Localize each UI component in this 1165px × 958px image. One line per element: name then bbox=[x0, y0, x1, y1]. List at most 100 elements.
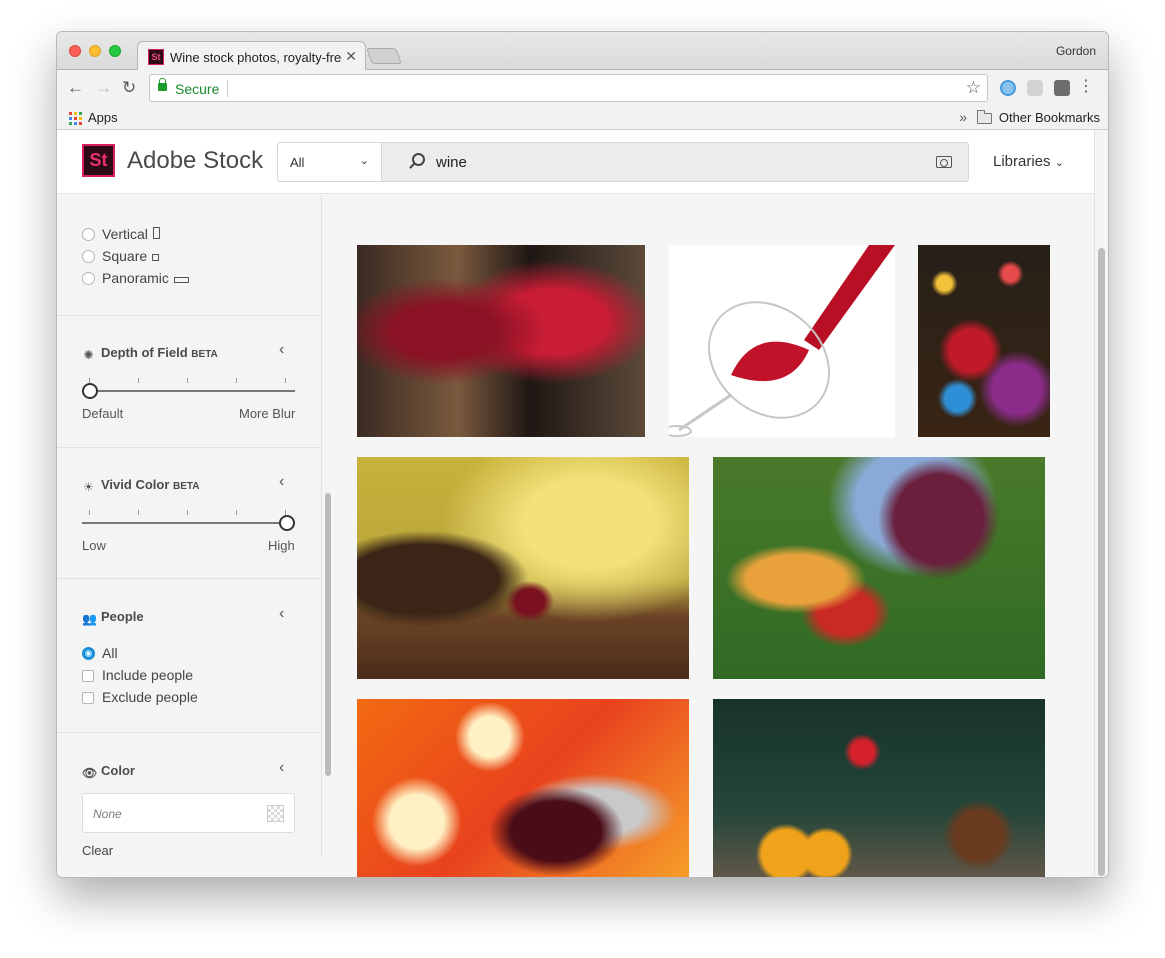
depth-of-field-slider-handle[interactable] bbox=[82, 383, 98, 399]
browser-tab[interactable]: St Wine stock photos, royalty-free ✕ bbox=[137, 41, 366, 71]
result-image-wine-pouring[interactable] bbox=[669, 245, 895, 437]
vivid-color-slider[interactable] bbox=[82, 522, 295, 524]
transparency-checker-icon[interactable] bbox=[267, 805, 284, 822]
search-icon bbox=[412, 153, 425, 166]
vivid-color-title[interactable]: ☀ Vivid Color BETA bbox=[82, 477, 200, 494]
checkbox[interactable] bbox=[82, 692, 94, 704]
option-label: Exclude people bbox=[102, 689, 198, 705]
option-label: Panoramic bbox=[102, 270, 169, 286]
extension-glasses-icon[interactable] bbox=[1027, 80, 1043, 96]
search-scope-select[interactable]: All ⌄ bbox=[278, 143, 382, 181]
beta-badge: BETA bbox=[173, 481, 200, 492]
result-image-wine-toast-bokeh[interactable] bbox=[357, 699, 689, 877]
eye-icon: 👁 bbox=[82, 766, 98, 780]
apps-bookmark[interactable]: Apps bbox=[88, 110, 118, 125]
adobe-stock-logo-icon[interactable]: St bbox=[82, 144, 115, 177]
slider-tick bbox=[187, 510, 188, 515]
orientation-square-option[interactable]: Square bbox=[82, 248, 160, 264]
close-window-button[interactable] bbox=[69, 45, 81, 57]
clear-color-link[interactable]: Clear bbox=[82, 843, 113, 857]
orientation-panoramic-option[interactable]: Panoramic bbox=[82, 270, 189, 286]
slider-tick bbox=[138, 378, 139, 383]
menu-kebab-icon[interactable]: ⋮ bbox=[1078, 79, 1094, 95]
depth-of-field-label: Depth of Field bbox=[101, 345, 188, 360]
back-arrow-icon[interactable]: ← bbox=[67, 78, 84, 98]
vivid-color-slider-handle[interactable] bbox=[279, 515, 295, 531]
slider-min-label: Low bbox=[82, 538, 106, 553]
libraries-menu[interactable]: Libraries ⌄ bbox=[993, 153, 1064, 170]
omnibox-divider bbox=[227, 80, 228, 97]
search-input[interactable] bbox=[436, 151, 916, 173]
orientation-vertical-option[interactable]: Vertical bbox=[82, 226, 160, 242]
section-divider bbox=[57, 315, 321, 316]
address-bar[interactable]: Secure ☆ bbox=[149, 74, 988, 102]
tab-close-icon[interactable]: ✕ bbox=[345, 48, 357, 65]
chevron-left-icon[interactable]: ‹ bbox=[279, 759, 284, 777]
radio-button[interactable] bbox=[82, 272, 95, 285]
color-picker-field[interactable]: None bbox=[82, 793, 295, 833]
chevron-left-icon[interactable]: ‹ bbox=[279, 605, 284, 623]
depth-of-field-title[interactable]: ✺ Depth of Field BETA bbox=[82, 345, 218, 362]
result-image-christmas-wine[interactable] bbox=[918, 245, 1050, 437]
page-scrollbar[interactable] bbox=[1094, 130, 1108, 877]
other-bookmarks[interactable]: Other Bookmarks bbox=[999, 110, 1100, 125]
adobe-stock-favicon-icon: St bbox=[148, 49, 164, 65]
people-exclude-option[interactable]: Exclude people bbox=[82, 689, 198, 705]
result-image-red-wine-glasses[interactable] bbox=[357, 245, 645, 437]
chevron-down-icon: ⌄ bbox=[359, 155, 369, 167]
radio-button-selected[interactable] bbox=[82, 647, 95, 660]
folder-icon bbox=[977, 110, 992, 124]
people-title[interactable]: 👥 People bbox=[82, 609, 144, 626]
beta-badge: BETA bbox=[191, 349, 218, 360]
forward-arrow-icon[interactable]: → bbox=[95, 78, 112, 98]
option-label: Square bbox=[102, 248, 148, 264]
sidebar-scrollbar[interactable] bbox=[325, 493, 331, 776]
slider-tick bbox=[187, 378, 188, 383]
site-logo-text[interactable]: Adobe Stock bbox=[127, 147, 263, 175]
search-scope-value: All bbox=[290, 155, 305, 170]
apps-grid-icon[interactable] bbox=[69, 112, 82, 125]
result-image-barrel-and-wine[interactable] bbox=[357, 457, 689, 679]
page-scrollbar-thumb[interactable] bbox=[1098, 248, 1105, 876]
depth-of-field-slider[interactable] bbox=[82, 390, 295, 392]
slider-tick bbox=[89, 510, 90, 515]
radio-button[interactable] bbox=[82, 228, 95, 241]
libraries-label: Libraries bbox=[993, 153, 1051, 170]
new-tab-button[interactable] bbox=[366, 48, 402, 64]
browser-toolbar: ← → ↻ Secure ☆ ⋮ bbox=[57, 70, 1108, 106]
site-header: St Adobe Stock All ⌄ Libraries ⌄ bbox=[57, 130, 1096, 194]
vivid-color-label: Vivid Color bbox=[101, 477, 170, 492]
result-image-christmas-table[interactable] bbox=[713, 699, 1045, 877]
section-divider bbox=[57, 578, 321, 579]
more-bookmarks-chevron[interactable]: » bbox=[959, 109, 967, 125]
extension-pocket-icon[interactable] bbox=[1054, 80, 1070, 96]
checkbox[interactable] bbox=[82, 670, 94, 682]
slider-tick bbox=[236, 510, 237, 515]
color-label: Color bbox=[101, 763, 135, 778]
option-label: All bbox=[102, 645, 118, 661]
reload-icon[interactable]: ↻ bbox=[122, 78, 136, 98]
camera-search-icon[interactable] bbox=[936, 156, 952, 168]
chevron-down-icon: ⌄ bbox=[1054, 157, 1064, 169]
panoramic-shape-icon bbox=[173, 277, 189, 283]
slider-min-label: Default bbox=[82, 406, 124, 421]
profile-name[interactable]: Gordon bbox=[1056, 44, 1096, 58]
chevron-left-icon[interactable]: ‹ bbox=[279, 341, 284, 359]
people-icon: 👥 bbox=[82, 612, 97, 626]
extension-globe-icon[interactable] bbox=[1000, 80, 1016, 96]
option-label: Include people bbox=[102, 667, 194, 683]
slider-max-label: More Blur bbox=[239, 406, 296, 421]
people-all-option[interactable]: All bbox=[82, 645, 118, 661]
radio-button[interactable] bbox=[82, 250, 95, 263]
square-shape-icon bbox=[152, 254, 160, 261]
bookmark-star-icon[interactable]: ☆ bbox=[966, 78, 981, 98]
color-section-title[interactable]: 👁 Color bbox=[82, 763, 135, 780]
minimize-window-button[interactable] bbox=[89, 45, 101, 57]
wine-pour-drawing bbox=[669, 245, 895, 437]
people-include-option[interactable]: Include people bbox=[82, 667, 193, 683]
slider-tick bbox=[236, 378, 237, 383]
color-placeholder: None bbox=[93, 807, 122, 821]
result-image-picnic-basket[interactable] bbox=[713, 457, 1045, 679]
chevron-left-icon[interactable]: ‹ bbox=[279, 473, 284, 491]
zoom-window-button[interactable] bbox=[109, 45, 121, 57]
